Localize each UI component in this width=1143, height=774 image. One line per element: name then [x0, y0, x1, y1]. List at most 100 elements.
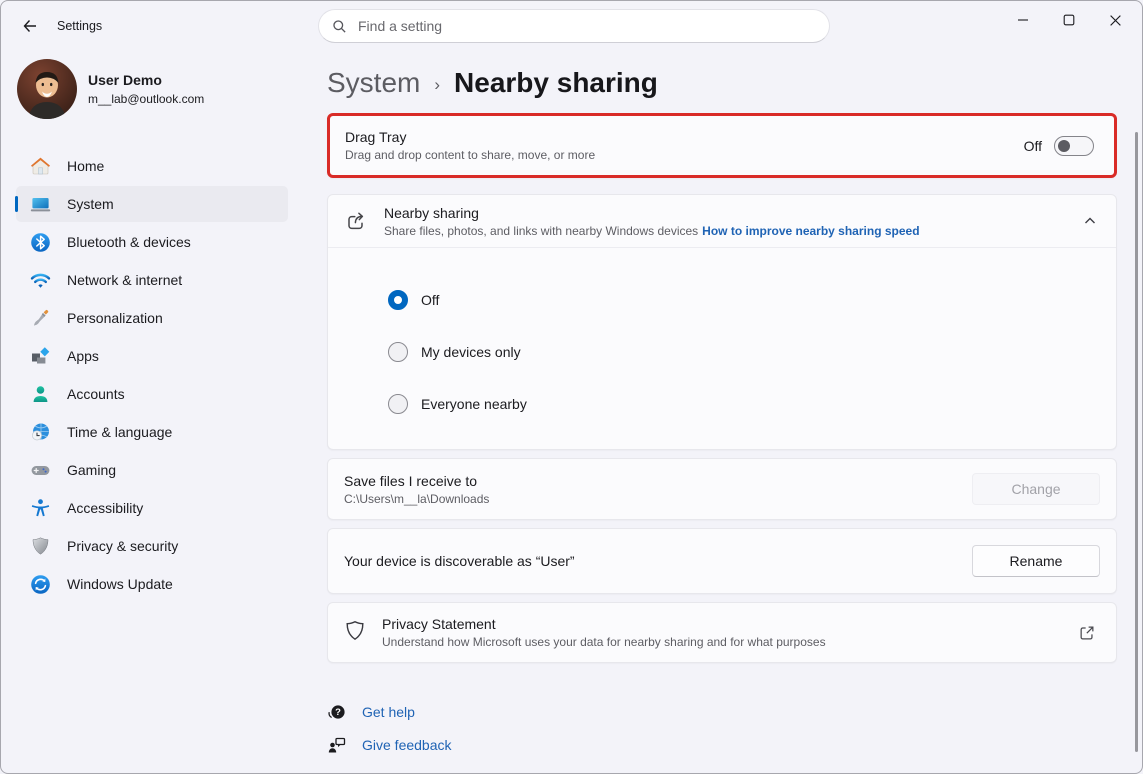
nearby-sharing-text: Nearby sharing Share files, photos, and … — [384, 205, 920, 238]
sidebar-item-gaming[interactable]: Gaming — [16, 452, 288, 488]
feedback-person-icon — [327, 735, 347, 755]
breadcrumb-parent[interactable]: System — [327, 67, 420, 99]
nearby-sharing-options: Off My devices only Everyone nearby — [328, 248, 1116, 449]
sidebar-item-windows-update[interactable]: Windows Update — [16, 566, 288, 602]
give-feedback-row[interactable]: Give feedback — [327, 732, 1117, 758]
nearby-sharing-title: Nearby sharing — [384, 205, 920, 221]
discoverable-card: Your device is discoverable as “User” Re… — [327, 528, 1117, 594]
sidebar-item-label: Bluetooth & devices — [67, 234, 191, 250]
chevron-up-icon[interactable] — [1083, 214, 1097, 228]
sidebar-nav: Home System Bluetooth & devices Network & i… — [1, 146, 300, 604]
system-icon — [30, 194, 51, 215]
save-files-path: C:\Users\m__la\Downloads — [344, 492, 489, 506]
privacy-title: Privacy Statement — [382, 616, 826, 632]
share-icon — [344, 209, 368, 233]
sidebar-item-apps[interactable]: Apps — [16, 338, 288, 374]
drag-tray-description: Drag and drop content to share, move, or… — [345, 148, 595, 162]
sidebar-item-label: Time & language — [67, 424, 172, 440]
privacy-description: Understand how Microsoft uses your data … — [382, 635, 826, 649]
save-files-text: Save files I receive to C:\Users\m__la\D… — [344, 473, 489, 506]
footer-links: ? Get help Give feedback — [327, 699, 1117, 758]
bluetooth-icon — [30, 232, 51, 253]
rename-button[interactable]: Rename — [972, 545, 1100, 577]
profile[interactable]: User Demo m__lab@outlook.com — [17, 59, 204, 119]
sidebar-item-privacy-security[interactable]: Privacy & security — [16, 528, 288, 564]
sidebar: User Demo m__lab@outlook.com Home System B… — [1, 49, 318, 773]
close-icon — [1109, 14, 1122, 27]
back-arrow-icon — [22, 18, 38, 34]
svg-text:?: ? — [335, 707, 341, 718]
sidebar-item-bluetooth-devices[interactable]: Bluetooth & devices — [16, 224, 288, 260]
privacy-security-icon — [30, 536, 51, 557]
radio-option-my-devices-only[interactable]: My devices only — [388, 326, 1116, 378]
sidebar-item-label: Home — [67, 158, 104, 174]
windows-update-icon — [30, 574, 51, 595]
drag-tray-text: Drag Tray Drag and drop content to share… — [345, 129, 595, 162]
sidebar-item-accessibility[interactable]: Accessibility — [16, 490, 288, 526]
radio-option-label: Everyone nearby — [421, 396, 527, 412]
toggle-knob-icon — [1058, 140, 1070, 152]
gaming-icon — [30, 460, 51, 481]
give-feedback-link[interactable]: Give feedback — [362, 737, 452, 753]
get-help-link[interactable]: Get help — [362, 704, 415, 720]
sidebar-item-label: Personalization — [67, 310, 163, 326]
sidebar-item-home[interactable]: Home — [16, 148, 288, 184]
back-button[interactable] — [14, 13, 46, 39]
profile-name: User Demo — [88, 72, 204, 88]
maximize-icon — [1063, 14, 1075, 26]
breadcrumb-separator-icon: › — [434, 75, 440, 95]
drag-tray-card: Drag Tray Drag and drop content to share… — [327, 113, 1117, 178]
minimize-icon — [1017, 14, 1029, 26]
sidebar-item-accounts[interactable]: Accounts — [16, 376, 288, 412]
apps-icon — [30, 346, 51, 367]
sidebar-item-label: System — [67, 196, 114, 212]
accounts-icon — [30, 384, 51, 405]
change-button[interactable]: Change — [972, 473, 1100, 505]
privacy-statement-card[interactable]: Privacy Statement Understand how Microso… — [327, 602, 1117, 663]
radio-option-off[interactable]: Off — [388, 274, 1116, 326]
sidebar-item-label: Gaming — [67, 462, 116, 478]
radio-button-icon[interactable] — [388, 394, 408, 414]
app-title: Settings — [57, 19, 102, 33]
window-controls — [1000, 1, 1138, 39]
radio-option-everyone-nearby[interactable]: Everyone nearby — [388, 378, 1116, 430]
external-link-icon[interactable] — [1078, 624, 1096, 642]
personalization-icon — [30, 308, 51, 329]
sidebar-item-system[interactable]: System — [16, 186, 288, 222]
minimize-button[interactable] — [1000, 1, 1046, 39]
drag-tray-toggle[interactable] — [1054, 136, 1094, 156]
sidebar-item-label: Windows Update — [67, 576, 173, 592]
radio-button-icon[interactable] — [388, 290, 408, 310]
sidebar-item-time-language[interactable]: Time & language — [16, 414, 288, 450]
improve-speed-link[interactable]: How to improve nearby sharing speed — [702, 224, 919, 238]
close-button[interactable] — [1092, 1, 1138, 39]
radio-button-icon[interactable] — [388, 342, 408, 362]
sidebar-item-label: Apps — [67, 348, 99, 364]
search-input[interactable] — [356, 17, 816, 35]
sidebar-item-label: Accessibility — [67, 500, 143, 516]
network-icon — [30, 270, 51, 291]
maximize-button[interactable] — [1046, 1, 1092, 39]
scrollbar[interactable] — [1135, 132, 1138, 752]
save-files-card: Save files I receive to C:\Users\m__la\D… — [327, 458, 1117, 520]
page-title: Nearby sharing — [454, 67, 658, 99]
main-content: System › Nearby sharing Drag Tray Drag a… — [327, 49, 1117, 765]
nearby-sharing-description: Share files, photos, and links with near… — [384, 224, 920, 238]
privacy-text: Privacy Statement Understand how Microso… — [382, 616, 826, 649]
sidebar-item-network-internet[interactable]: Network & internet — [16, 262, 288, 298]
drag-tray-title: Drag Tray — [345, 129, 595, 145]
avatar — [17, 59, 77, 119]
get-help-row[interactable]: ? Get help — [327, 699, 1117, 725]
sidebar-item-label: Privacy & security — [67, 538, 178, 554]
accessibility-icon — [30, 498, 51, 519]
drag-tray-toggle-label: Off — [1024, 138, 1042, 154]
nearby-sharing-header[interactable]: Nearby sharing Share files, photos, and … — [328, 195, 1116, 248]
sidebar-item-personalization[interactable]: Personalization — [16, 300, 288, 336]
home-icon — [30, 156, 51, 177]
titlebar: Settings — [1, 1, 1142, 49]
search-box[interactable] — [318, 9, 830, 43]
help-chat-icon: ? — [327, 702, 347, 722]
profile-text: User Demo m__lab@outlook.com — [88, 72, 204, 106]
radio-option-label: My devices only — [421, 344, 521, 360]
nearby-sharing-card: Nearby sharing Share files, photos, and … — [327, 194, 1117, 450]
